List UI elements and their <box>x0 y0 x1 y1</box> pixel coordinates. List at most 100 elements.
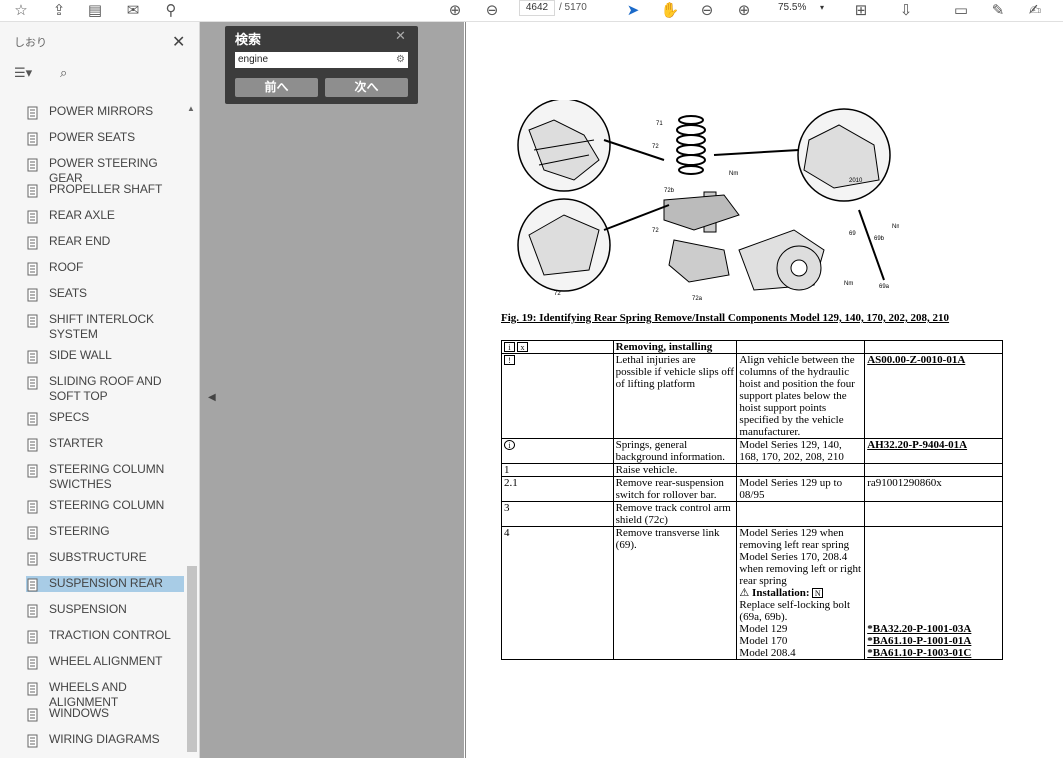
sign-icon[interactable]: ✍ <box>1024 0 1046 20</box>
options-menu-icon[interactable]: ☰▾ <box>14 66 32 81</box>
reference-link[interactable]: *BA61.10-P-1003-01C <box>867 647 1000 659</box>
table-cell: Lethal injuries are possible if vehicle … <box>612 353 738 439</box>
bookmark-search-icon[interactable]: ⌕ <box>60 66 67 81</box>
prev-result-button[interactable]: 前へ <box>235 78 318 97</box>
next-page-icon[interactable]: ⊖ <box>481 0 503 20</box>
figure-label: 72 <box>652 228 659 234</box>
scrollbar-thumb[interactable] <box>187 566 197 752</box>
sidebar-item[interactable]: SUBSTRUCTURE <box>26 550 184 566</box>
reference-link[interactable]: *BA32.20-P-1001-03A <box>867 623 1000 635</box>
highlight-icon[interactable]: ✎ <box>987 0 1009 20</box>
page-number-input[interactable]: 4642 <box>519 0 555 16</box>
sidebar-item[interactable]: WINDOWS <box>26 706 184 722</box>
reference-link[interactable]: AS00.00-Z-0010-01A <box>867 354 965 366</box>
sidebar-item[interactable]: SUSPENSION <box>26 602 184 618</box>
table-cell: AS00.00-Z-0010-01A <box>864 353 1003 439</box>
sidebar-item[interactable]: STARTER <box>26 436 184 452</box>
torque-icon: N <box>812 588 824 598</box>
bookmark-list: POWER MIRRORS POWER SEATS POWER STEERING G… <box>0 100 188 758</box>
sidebar-item[interactable]: REAR END <box>26 234 184 250</box>
reference-link[interactable]: AH32.20-P-9404-01A <box>867 439 967 451</box>
sidebar-item[interactable]: STEERING <box>26 524 184 540</box>
document-background <box>200 22 464 758</box>
sidebar-item[interactable]: SLIDING ROOF AND SOFT TOP <box>26 374 184 404</box>
figure-label: 72 <box>554 291 561 297</box>
sidebar-item[interactable]: SIDE WALL <box>26 348 184 364</box>
cell-line: Model Series 129 when removing left rear… <box>739 527 850 551</box>
bookmark-icon <box>27 106 38 120</box>
close-icon[interactable]: ✕ <box>172 32 185 51</box>
reference-link[interactable]: *BA61.10-P-1001-01A <box>867 635 1000 647</box>
scrollbar[interactable]: ▲ <box>186 100 198 758</box>
star-icon[interactable]: ☆ <box>10 0 32 20</box>
table-cell <box>864 463 1003 477</box>
bookmark-icon <box>27 578 38 592</box>
mail-icon[interactable]: ✉ <box>122 0 144 20</box>
cell-line: ⚠ Installation: N <box>739 587 862 599</box>
sidebar-item[interactable]: POWER SEATS <box>26 130 184 146</box>
select-cursor-icon[interactable]: ➤ <box>622 0 644 20</box>
table-cell: ix <box>501 340 614 354</box>
sidebar-item[interactable]: SUSPENSION REAR <box>26 576 184 592</box>
fit-page-icon[interactable]: ⊞ <box>850 0 872 20</box>
table-row: 4 Remove transverse link (69). Model Ser… <box>501 526 1003 660</box>
next-result-button[interactable]: 次へ <box>325 78 408 97</box>
figure-label: 2010 <box>849 178 863 184</box>
table-cell: Remove rear-suspension switch for rollov… <box>612 476 738 502</box>
sidebar-item-label: SUSPENSION REAR <box>49 576 163 590</box>
sidebar-item-label: SIDE WALL <box>49 348 112 362</box>
sidebar-item-label: TRACTION CONTROL <box>49 628 171 642</box>
sidebar-item[interactable]: PROPELLER SHAFT <box>26 182 184 198</box>
bookmark-icon <box>27 526 38 540</box>
bookmark-icon <box>27 464 38 478</box>
table-cell: Remove track control arm shield (72c) <box>612 501 738 527</box>
print-icon[interactable]: ▤ <box>84 0 106 20</box>
upload-icon[interactable]: ⇪ <box>48 0 70 20</box>
zoom-in-icon[interactable]: ⊕ <box>733 0 755 20</box>
zoom-select[interactable]: 75.5% ▾ <box>772 0 828 16</box>
cell-line: Replace self-locking bolt (69a, 69b). <box>739 599 850 623</box>
collapse-panel-icon[interactable]: ◀ <box>208 392 216 403</box>
comment-icon[interactable]: ▭ <box>950 0 972 20</box>
search-panel: 検索 ✕ engine ⚙ 前へ 次へ <box>225 26 418 104</box>
gear-icon[interactable]: ⚙ <box>396 52 405 68</box>
sidebar-item[interactable]: SHIFT INTERLOCK SYSTEM <box>26 312 184 342</box>
sidebar-item[interactable]: ROOF <box>26 260 184 276</box>
main-toolbar: ☆ ⇪ ▤ ✉ ⚲ ⊕ ⊖ 4642 / 5170 ➤ ✋ ⊖ ⊕ 75.5% ▾… <box>0 0 1063 22</box>
sidebar-item-label: SPECS <box>49 410 90 424</box>
scroll-icon[interactable]: ⇩ <box>895 0 917 20</box>
page-total: / 5170 <box>559 2 587 13</box>
sidebar-item[interactable]: TRACTION CONTROL <box>26 628 184 644</box>
figure-label: 72b <box>664 188 675 194</box>
sidebar-item[interactable]: STEERING COLUMN SWICTHES <box>26 462 184 492</box>
close-icon[interactable]: ✕ <box>395 29 406 44</box>
sidebar-item[interactable]: STEERING COLUMN <box>26 498 184 514</box>
figure-label: Nm <box>892 224 899 230</box>
table-cell: i <box>501 438 614 464</box>
search-zoom-icon[interactable]: ⚲ <box>160 0 182 20</box>
search-title: 検索 <box>235 32 262 47</box>
figure-label: Nm <box>729 171 738 177</box>
sidebar-item[interactable]: POWER MIRRORS <box>26 104 184 120</box>
sidebar-item-label: REAR AXLE <box>49 208 115 222</box>
warning-icon: ! <box>504 355 515 365</box>
sidebar-item[interactable]: SPECS <box>26 410 184 426</box>
table-cell: Springs, general background information. <box>612 438 738 464</box>
table-row: ix Removing, installing <box>501 340 1003 354</box>
table-cell <box>864 340 1003 354</box>
sidebar-item[interactable]: REAR AXLE <box>26 208 184 224</box>
scroll-up-icon[interactable]: ▲ <box>187 104 195 113</box>
sidebar-item[interactable]: WHEEL ALIGNMENT <box>26 654 184 670</box>
zoom-out-icon[interactable]: ⊖ <box>696 0 718 20</box>
figure-label: Nm <box>844 281 853 287</box>
chevron-down-icon: ▾ <box>819 3 824 12</box>
table-row: 2.1 Remove rear-suspension switch for ro… <box>501 476 1003 502</box>
figure-label: 69a <box>879 284 890 290</box>
hand-icon[interactable]: ✋ <box>659 0 681 20</box>
sidebar-item[interactable]: SEATS <box>26 286 184 302</box>
prev-page-icon[interactable]: ⊕ <box>444 0 466 20</box>
sidebar-item-label: STARTER <box>49 436 104 450</box>
search-input[interactable]: engine ⚙ <box>235 52 408 68</box>
cell-line: Model Series 170, 208.4 when removing le… <box>739 551 862 587</box>
sidebar-item[interactable]: WIRING DIAGRAMS <box>26 732 184 748</box>
